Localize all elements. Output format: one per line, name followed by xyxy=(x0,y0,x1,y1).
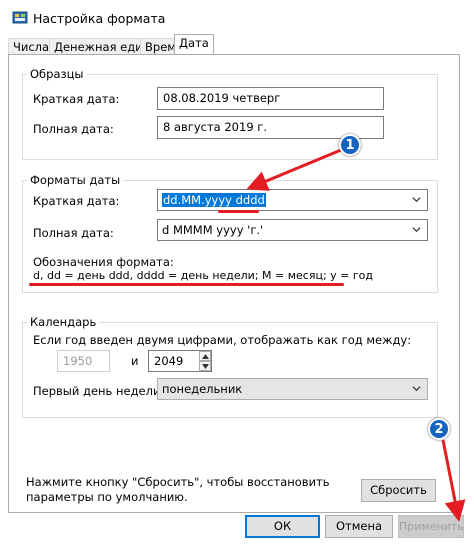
annotation-badge-2: 2 xyxy=(428,418,450,440)
annotation-arrows xyxy=(246,148,466,522)
format-settings-window: Настройка формата Числа Денежная единица… xyxy=(0,0,474,548)
annotation-arrow-1 xyxy=(246,148,342,191)
annotation-arrow-2 xyxy=(441,439,466,522)
annotation-badge-1: 1 xyxy=(339,134,361,156)
